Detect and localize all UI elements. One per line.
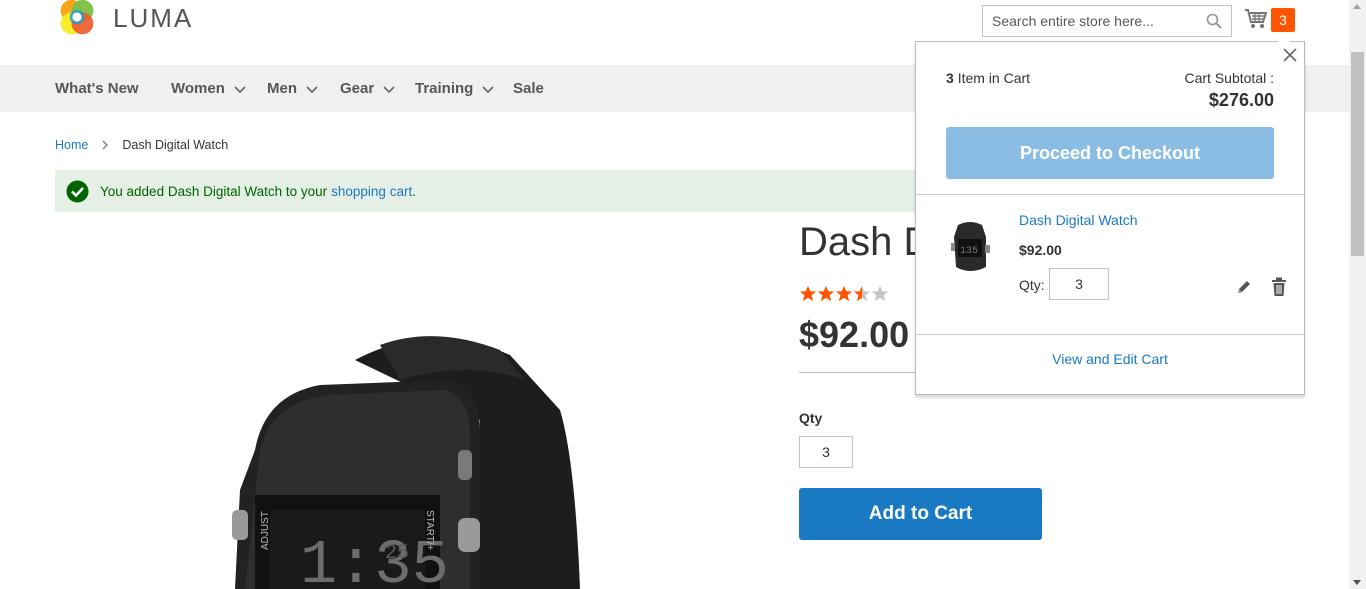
scroll-down-arrow-icon[interactable] <box>1353 580 1361 585</box>
view-and-edit-cart-link[interactable]: View and Edit Cart <box>916 351 1304 367</box>
svg-text:135: 135 <box>960 246 978 257</box>
check-circle-icon <box>66 180 89 202</box>
star-icon <box>799 285 817 302</box>
product-title: Dash Digital Watch <box>799 220 915 264</box>
star-icon <box>817 285 835 302</box>
nav-item-label: Training <box>415 80 474 97</box>
nav-item-women[interactable]: Women <box>171 65 246 112</box>
star-empty-icon <box>871 285 889 302</box>
nav-item-label: What's New <box>55 80 139 97</box>
cart-icon <box>1245 9 1268 28</box>
minicart-count-label: Item in Cart <box>957 70 1031 86</box>
search-icon[interactable] <box>1206 13 1222 29</box>
store-logo[interactable]: LUMA <box>55 0 193 40</box>
add-to-cart-button[interactable]: Add to Cart <box>799 488 1042 540</box>
minicart-count-number: 3 <box>946 70 954 86</box>
watch-image: 1:35 25 ADJUST START/+ <box>232 336 580 589</box>
star-icon <box>835 285 853 302</box>
minicart-qty-label: Qty: <box>1019 277 1045 293</box>
logo-text: LUMA <box>113 2 194 33</box>
success-message: You added Dash Digital Watch to your sho… <box>55 170 925 212</box>
minicart-dropdown: 3 Item in Cart Cart Subtotal : $276.00 P… <box>915 36 1305 395</box>
scrollbar-thumb[interactable] <box>1351 52 1364 256</box>
nav-item-men[interactable]: Men <box>267 65 318 112</box>
nav-item-label: Gear <box>340 80 375 97</box>
nav-item-label: Women <box>171 80 225 97</box>
chevron-down-icon <box>482 85 494 93</box>
scroll-up-arrow-icon[interactable] <box>1353 4 1361 9</box>
svg-text:START/+: START/+ <box>424 510 435 551</box>
chevron-down-icon <box>234 85 246 93</box>
nav-item-label: Men <box>267 80 297 97</box>
breadcrumb-current: Dash Digital Watch <box>122 138 229 152</box>
page-scrollbar[interactable] <box>1349 0 1366 589</box>
svg-text:ADJUST: ADJUST <box>260 511 271 550</box>
nav-item-label: Sale <box>513 80 544 97</box>
subtotal-value: $276.00 <box>1208 90 1274 110</box>
nav-item-whats-new[interactable]: What's New <box>55 65 139 112</box>
message-text: You added Dash Digital Watch to your <box>100 183 328 199</box>
qty-label: Qty <box>799 410 823 426</box>
close-icon[interactable] <box>1281 46 1299 64</box>
cart-count-badge: 3 <box>1271 8 1295 32</box>
nav-item-gear[interactable]: Gear <box>340 65 395 112</box>
minicart-qty-input[interactable] <box>1049 268 1109 300</box>
product-rating[interactable] <box>799 285 889 302</box>
message-suffix: . <box>412 183 416 199</box>
minicart-item-price: $92.00 <box>1019 242 1062 258</box>
nav-item-sale[interactable]: Sale <box>513 65 544 112</box>
chevron-down-icon <box>383 85 395 93</box>
minicart-item-count: 3 Item in Cart <box>946 70 1030 86</box>
chevron-right-icon <box>102 140 109 150</box>
minicart-item-thumbnail[interactable]: 135 <box>946 217 994 277</box>
pencil-icon[interactable] <box>1236 279 1252 295</box>
divider <box>799 372 915 373</box>
product-price: $92.00 <box>799 314 910 355</box>
breadcrumb: Home Dash Digital Watch <box>55 138 228 152</box>
product-image[interactable]: 1:35 25 ADJUST START/+ <box>180 300 660 589</box>
chevron-down-icon <box>306 85 318 93</box>
half-star-icon <box>853 285 871 302</box>
luma-logo-icon <box>60 0 94 35</box>
search-box <box>982 5 1232 37</box>
search-input[interactable] <box>983 6 1193 36</box>
divider <box>916 194 1304 195</box>
qty-input[interactable] <box>799 436 853 468</box>
svg-text:25: 25 <box>385 542 409 565</box>
shopping-cart-link[interactable]: shopping cart <box>331 184 412 199</box>
minicart-item-name[interactable]: Dash Digital Watch <box>1019 212 1138 228</box>
divider <box>916 334 1304 335</box>
trash-icon[interactable] <box>1271 277 1287 297</box>
proceed-to-checkout-button[interactable]: Proceed to Checkout <box>946 127 1274 179</box>
nav-item-training[interactable]: Training <box>415 65 494 112</box>
breadcrumb-home-link[interactable]: Home <box>55 138 88 152</box>
subtotal-label: Cart Subtotal : <box>1184 70 1275 86</box>
